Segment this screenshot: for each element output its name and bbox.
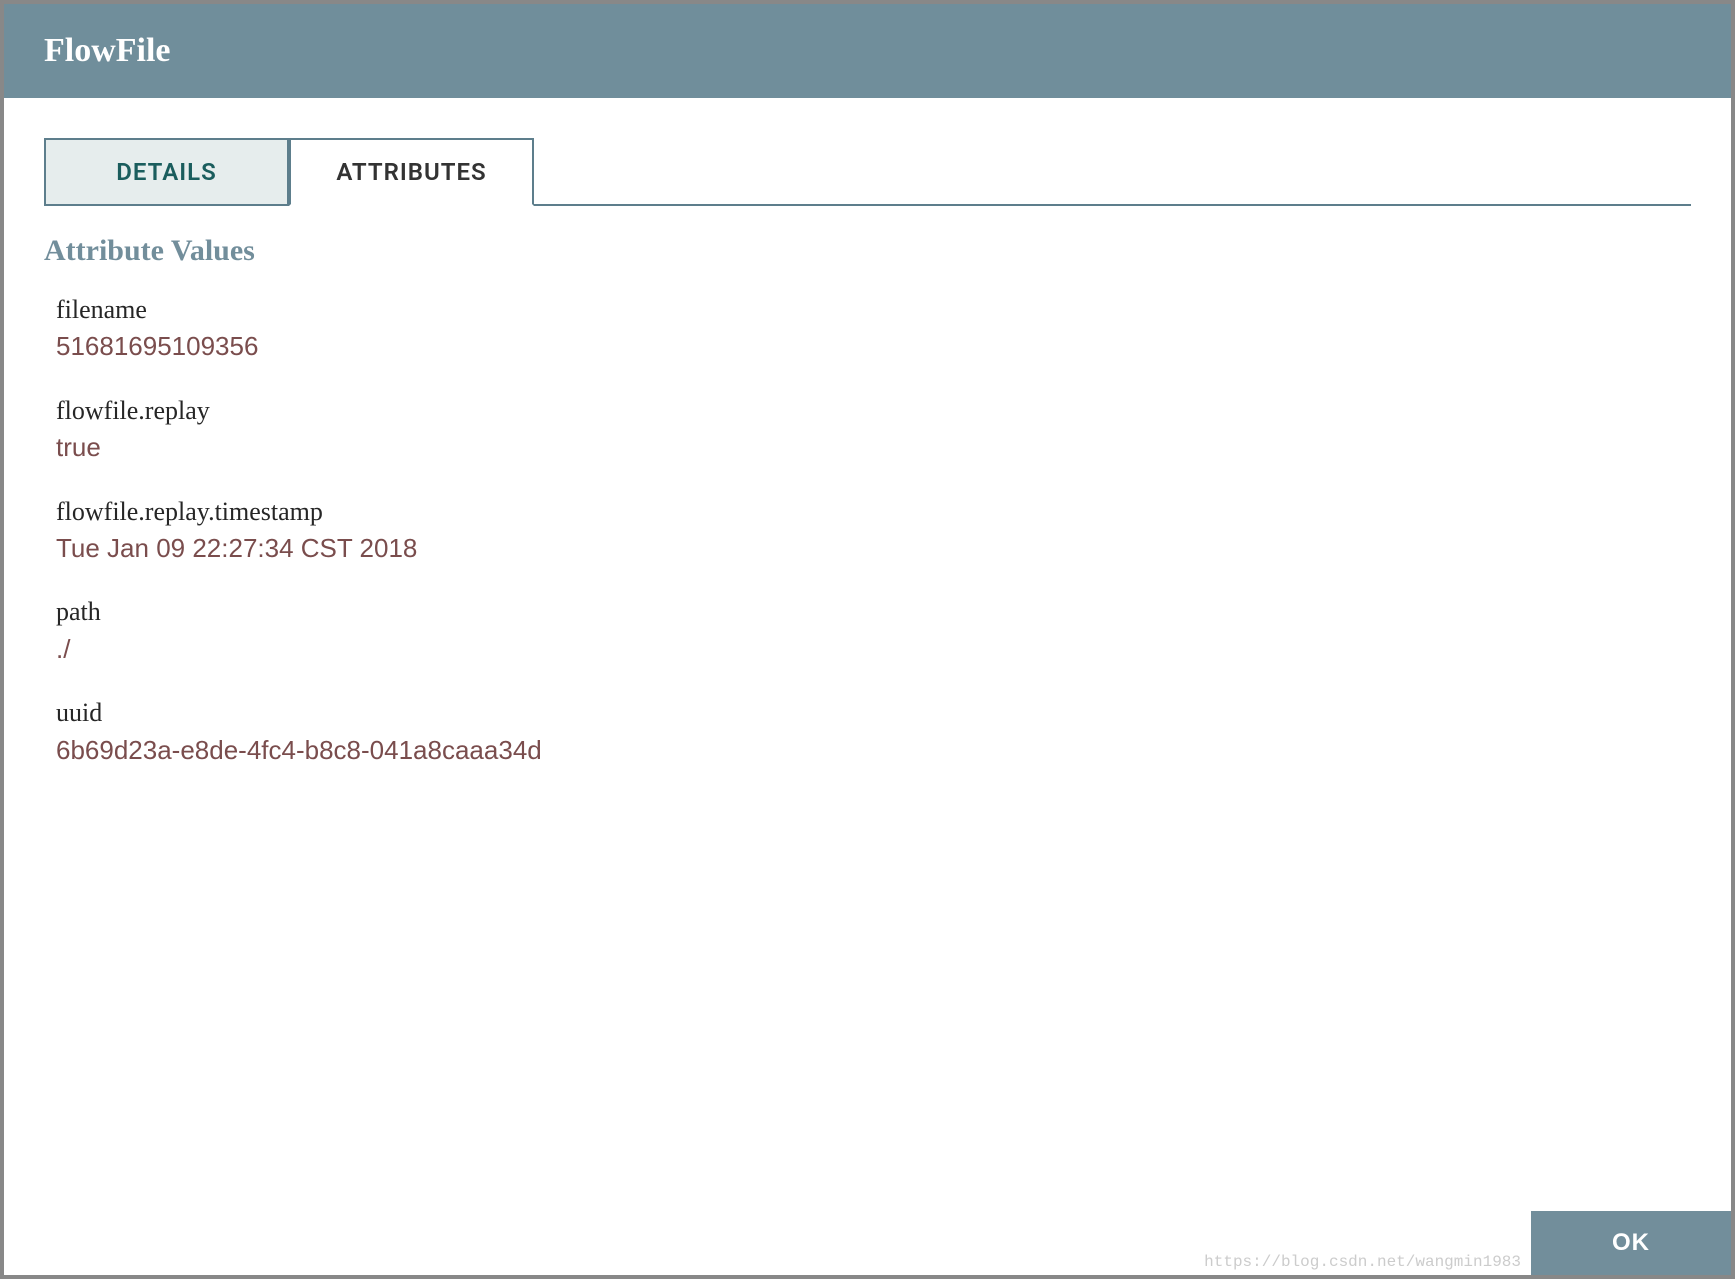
attribute-list: filename 51681695109356 flowfile.replay …: [44, 292, 1691, 768]
watermark-text: https://blog.csdn.net/wangmin1983: [1204, 1253, 1521, 1271]
attribute-key: flowfile.replay.timestamp: [56, 494, 1691, 530]
attribute-value: 51681695109356: [56, 328, 1691, 364]
attribute-item: path ./: [56, 594, 1691, 667]
attribute-item: uuid 6b69d23a-e8de-4fc4-b8c8-041a8caaa34…: [56, 695, 1691, 768]
dialog-body: DETAILS ATTRIBUTES Attribute Values file…: [4, 98, 1731, 1275]
tab-bar: DETAILS ATTRIBUTES: [44, 138, 1691, 206]
attribute-key: uuid: [56, 695, 1691, 731]
tab-attributes[interactable]: ATTRIBUTES: [289, 138, 534, 206]
section-title: Attribute Values: [44, 234, 1691, 268]
ok-button[interactable]: OK: [1531, 1211, 1731, 1275]
attribute-item: flowfile.replay true: [56, 393, 1691, 466]
flowfile-dialog: FlowFile DETAILS ATTRIBUTES Attribute Va…: [4, 4, 1731, 1275]
attribute-value: true: [56, 429, 1691, 465]
attribute-key: flowfile.replay: [56, 393, 1691, 429]
attribute-value: Tue Jan 09 22:27:34 CST 2018: [56, 530, 1691, 566]
attribute-key: filename: [56, 292, 1691, 328]
dialog-footer: OK: [1531, 1211, 1731, 1275]
dialog-title: FlowFile: [4, 4, 1731, 98]
attribute-value: ./: [56, 631, 1691, 667]
attribute-value: 6b69d23a-e8de-4fc4-b8c8-041a8caaa34d: [56, 732, 1691, 768]
attribute-item: flowfile.replay.timestamp Tue Jan 09 22:…: [56, 494, 1691, 567]
attribute-item: filename 51681695109356: [56, 292, 1691, 365]
attribute-key: path: [56, 594, 1691, 630]
tab-details[interactable]: DETAILS: [44, 138, 289, 204]
